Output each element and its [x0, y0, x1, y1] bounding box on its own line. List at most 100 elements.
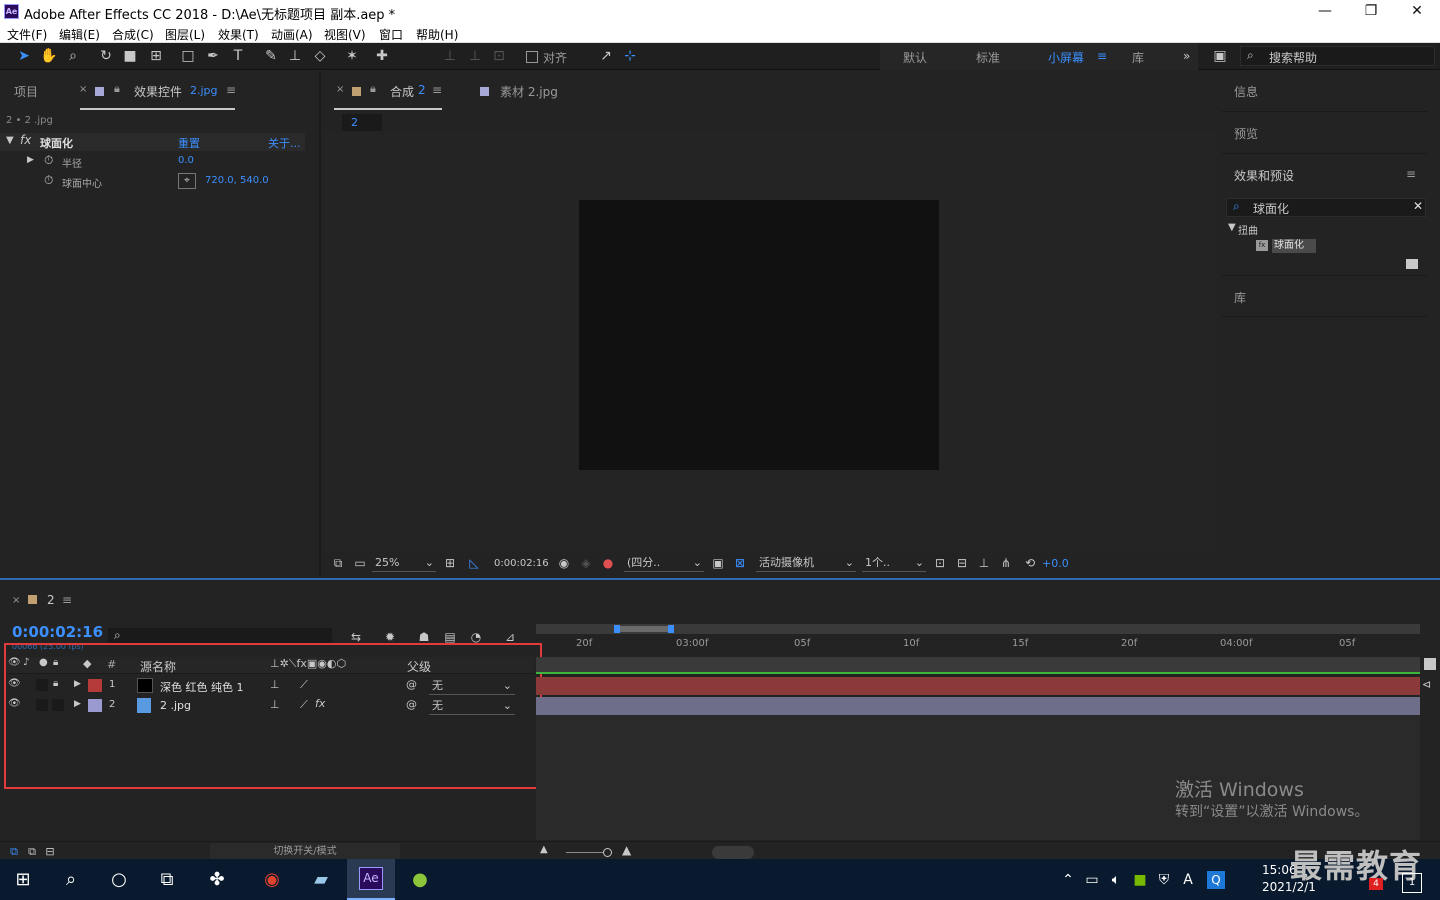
- windows-start-icon[interactable]: ⊞: [8, 865, 38, 895]
- ime-indicator[interactable]: A: [1173, 865, 1203, 895]
- timeline-scrollbar[interactable]: [712, 846, 754, 859]
- menu-animation[interactable]: 动画(A): [271, 26, 313, 43]
- clone-stamp-tool-icon[interactable]: ⊥: [285, 47, 305, 65]
- help-search-input[interactable]: ⌕ 搜索帮助: [1240, 46, 1435, 66]
- crosshair-icon[interactable]: ⌖: [178, 173, 196, 189]
- stopwatch-icon[interactable]: ⏱︎: [44, 153, 53, 168]
- expand-param-icon[interactable]: ▶: [27, 155, 34, 165]
- comp-canvas[interactable]: [579, 200, 939, 470]
- time-ruler[interactable]: 20f 03:00f 05f 10f 15f 20f 04:00f 05f: [536, 636, 1420, 656]
- show-snapshot-icon[interactable]: ◈: [576, 554, 596, 572]
- about-link[interactable]: 关于...: [268, 135, 301, 151]
- task-view-icon[interactable]: ⧉: [152, 865, 182, 895]
- menu-file[interactable]: 文件(F): [7, 26, 47, 43]
- menu-effect[interactable]: 效果(T): [218, 26, 259, 43]
- qq-icon[interactable]: Q: [1201, 865, 1231, 895]
- workspace-small-screen[interactable]: 小屏幕: [1048, 49, 1084, 66]
- zoom-dropdown[interactable]: 25% ⌄: [372, 554, 436, 572]
- info-panel-title[interactable]: 信息: [1234, 83, 1258, 100]
- sync-settings-icon[interactable]: ▣: [1210, 47, 1230, 65]
- layer-bar-1[interactable]: [536, 677, 1420, 695]
- camera-tool-icon[interactable]: ■: [120, 47, 140, 65]
- world-axis-icon[interactable]: ⊥: [465, 47, 485, 65]
- always-preview-icon[interactable]: ⧉: [328, 554, 348, 572]
- workspace-overflow-icon[interactable]: »: [1183, 49, 1190, 63]
- fast-preview-icon[interactable]: ▣: [708, 554, 728, 572]
- category-distort[interactable]: 扭曲: [1238, 222, 1258, 237]
- selection-tool-icon[interactable]: ➤: [14, 47, 34, 65]
- viewer-timecode[interactable]: 0:00:02:16: [494, 558, 549, 569]
- lock-icon[interactable]: 🔒︎: [114, 82, 120, 96]
- work-area-end-handle[interactable]: [668, 625, 674, 633]
- search-icon[interactable]: ⌕: [56, 865, 86, 895]
- workspace-library[interactable]: 库: [1132, 49, 1144, 66]
- rectangle-tool-icon[interactable]: □: [178, 47, 198, 65]
- library-panel-title[interactable]: 库: [1234, 289, 1246, 306]
- tab-composition-name[interactable]: 2: [418, 83, 426, 97]
- hand-tool-icon[interactable]: ✋: [39, 47, 59, 65]
- close-button[interactable]: ✕: [1394, 0, 1440, 23]
- rotate-tool-icon[interactable]: ↻: [96, 47, 116, 65]
- timeline-icon[interactable]: ⊥: [974, 554, 994, 572]
- draft-3d-icon[interactable]: ⊟: [952, 554, 972, 572]
- layer-bar-2[interactable]: [536, 697, 1420, 715]
- time-navigator-end-icon[interactable]: ⊲: [1422, 678, 1431, 691]
- eraser-tool-icon[interactable]: ◇: [310, 47, 330, 65]
- snap-target-icon[interactable]: ⊹: [620, 47, 640, 65]
- preview-panel-title[interactable]: 预览: [1234, 125, 1258, 142]
- exposure-value[interactable]: +0.0: [1042, 557, 1069, 570]
- work-area-range[interactable]: [616, 626, 670, 632]
- toggle-switches-modes-button[interactable]: 切换开关/模式: [210, 843, 400, 860]
- close-timeline-tab-icon[interactable]: ×: [12, 595, 20, 606]
- align-checkbox[interactable]: [526, 51, 538, 63]
- channel-icon[interactable]: ●: [598, 554, 618, 572]
- camera-dropdown[interactable]: 活动摄像机 ⌄: [756, 554, 856, 572]
- stopwatch-icon[interactable]: ⏱︎: [44, 173, 53, 188]
- workspace-default[interactable]: 默认: [903, 49, 927, 66]
- chrome-icon[interactable]: ◉: [257, 865, 287, 895]
- zoom-tool-icon[interactable]: ⌕: [63, 47, 83, 65]
- workspace-standard[interactable]: 标准: [976, 49, 1000, 66]
- fit-icon[interactable]: ⊞: [440, 554, 460, 572]
- close-tab-icon[interactable]: ×: [79, 84, 87, 95]
- zoom-slider-thumb[interactable]: [603, 848, 612, 857]
- pan-behind-tool-icon[interactable]: ⊞: [146, 47, 166, 65]
- menu-view[interactable]: 视图(V): [324, 26, 366, 43]
- comp-marker-bin-icon[interactable]: [1424, 658, 1436, 670]
- effects-search-input[interactable]: ⌕ 球面化 ✕: [1226, 198, 1426, 217]
- expand-effect-icon[interactable]: ▼: [6, 135, 14, 146]
- transparency-grid-icon[interactable]: ⊠: [730, 554, 750, 572]
- reset-exposure-icon[interactable]: ⟲: [1020, 554, 1040, 572]
- new-folder-icon[interactable]: [1406, 259, 1418, 269]
- snap-icon[interactable]: ↗: [596, 47, 616, 65]
- tab-project[interactable]: 项目: [14, 83, 38, 100]
- type-tool-icon[interactable]: T: [228, 47, 248, 65]
- work-area-start-handle[interactable]: [614, 625, 620, 633]
- snapshot-icon[interactable]: ◉: [554, 554, 574, 572]
- menu-composition[interactable]: 合成(C): [112, 26, 154, 43]
- region-of-interest-icon[interactable]: ◺: [464, 554, 484, 572]
- toggle-pixel-aspect-icon[interactable]: ⊡: [930, 554, 950, 572]
- monitor-icon[interactable]: ▭: [350, 554, 370, 572]
- pen-tool-icon[interactable]: ✒: [203, 47, 223, 65]
- param-value-radius[interactable]: 0.0: [178, 155, 194, 166]
- comp-breadcrumb-badge[interactable]: 2: [342, 114, 382, 131]
- views-dropdown[interactable]: 1个.. ⌄: [862, 554, 926, 572]
- reset-link[interactable]: 重置: [178, 135, 200, 151]
- action-center-icon[interactable]: 1: [1402, 873, 1422, 893]
- tab-footage[interactable]: 素材 2.jpg: [500, 83, 558, 100]
- work-area-bar[interactable]: [536, 624, 1420, 634]
- flowchart-icon[interactable]: ⋔: [996, 554, 1016, 572]
- taskbar-ae-active[interactable]: Ae: [347, 859, 395, 900]
- menu-edit[interactable]: 编辑(E): [59, 26, 100, 43]
- workspace-menu-icon[interactable]: ≡: [1097, 49, 1107, 63]
- local-axis-icon[interactable]: ⊥: [440, 47, 460, 65]
- zoom-in-icon[interactable]: ▲: [622, 843, 631, 857]
- menu-window[interactable]: 窗口: [379, 26, 403, 43]
- fx-icon[interactable]: fx: [20, 133, 31, 147]
- comp-viewer[interactable]: [324, 133, 1217, 551]
- comp-lock-icon[interactable]: 🔒︎: [370, 82, 376, 96]
- param-value-center[interactable]: 720.0, 540.0: [205, 175, 269, 186]
- view-axis-icon[interactable]: ⊡: [489, 47, 509, 65]
- close-comp-tab-icon[interactable]: ×: [336, 84, 344, 95]
